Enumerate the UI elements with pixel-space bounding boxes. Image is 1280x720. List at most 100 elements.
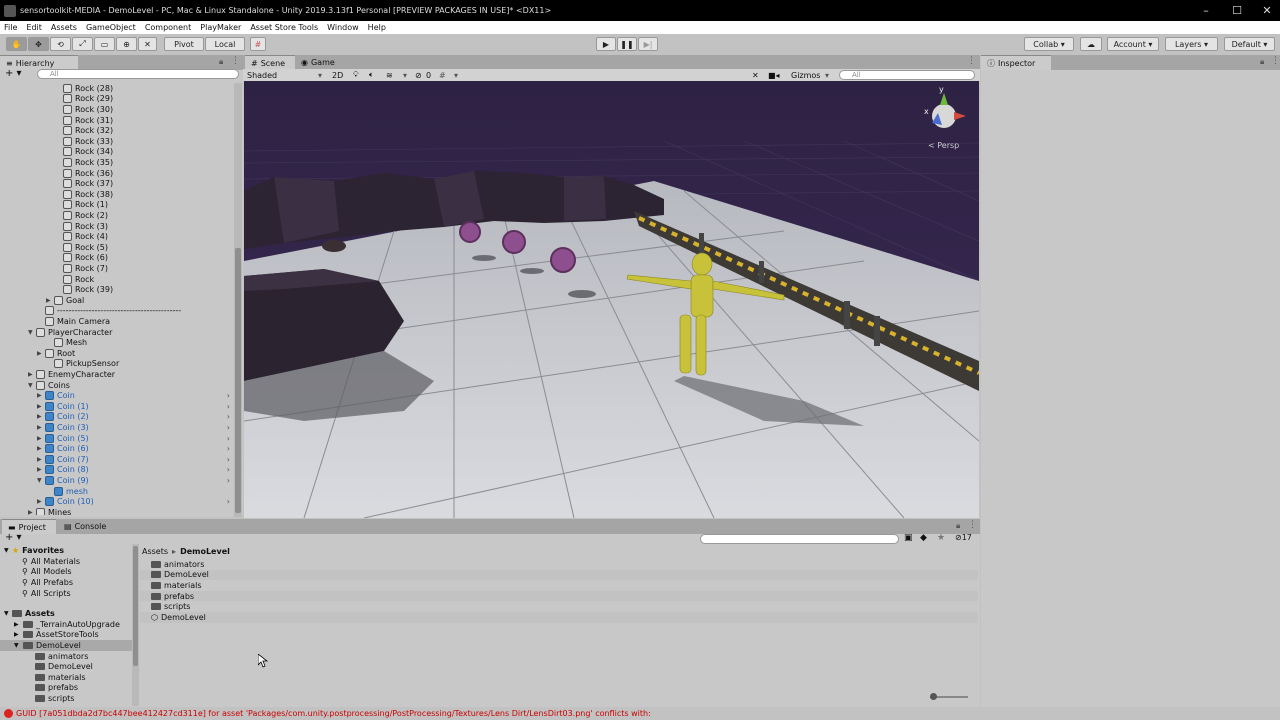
tree-scroll-thumb[interactable] [133, 546, 138, 666]
hierarchy-item[interactable]: Rock (35) [0, 157, 234, 168]
move-tool-icon[interactable]: ✥ [28, 37, 49, 51]
asset-folder-item[interactable]: DemoLevel [0, 661, 132, 672]
expand-arrow-icon[interactable]: ▶ [14, 621, 23, 628]
hierarchy-item[interactable]: ▶ Goal [0, 295, 234, 306]
custom-tool-icon[interactable]: ✕ [138, 37, 157, 51]
hierarchy-item[interactable]: Main Camera [0, 316, 234, 327]
prefab-open-chevron-icon[interactable]: › [227, 444, 230, 453]
project-file-item[interactable]: ⬡ DemoLevel [140, 612, 978, 623]
hierarchy-item[interactable]: ▶ EnemyCharacter [0, 369, 234, 380]
hierarchy-item[interactable]: ▶ Coin (10) › [0, 496, 234, 507]
prefab-open-chevron-icon[interactable]: › [227, 423, 230, 432]
grid-icon[interactable]: # [439, 71, 446, 80]
tab-game[interactable]: ◉ Game [295, 55, 345, 70]
expand-arrow-icon[interactable]: ▶ [37, 350, 45, 357]
grid-chevron-icon[interactable]: ▾ [454, 71, 458, 80]
hierarchy-item[interactable]: Rock (36) [0, 168, 234, 179]
menu-playmaker[interactable]: PlayMaker [200, 23, 241, 32]
prefab-open-chevron-icon[interactable]: › [227, 497, 230, 506]
project-file-item[interactable]: materials [140, 580, 978, 591]
hierarchy-item[interactable]: ▶ Mines [0, 507, 234, 515]
tree-scrollbar[interactable] [132, 544, 139, 706]
search-by-type-icon[interactable]: ▣ [904, 533, 913, 543]
scale-tool-icon[interactable]: ⤢ [72, 37, 93, 51]
expand-arrow-icon[interactable]: ▶ [46, 297, 54, 304]
hidden-packages-icon[interactable]: ⊘17 [955, 533, 972, 542]
prefab-open-chevron-icon[interactable]: › [227, 402, 230, 411]
hierarchy-item[interactable]: ▶ Coin (3) › [0, 422, 234, 433]
hierarchy-item[interactable]: Mesh [0, 337, 234, 348]
hierarchy-item[interactable]: Rock (39) [0, 284, 234, 295]
create-add-icon[interactable]: + ▾ [5, 68, 22, 79]
breadcrumb-assets[interactable]: Assets [142, 547, 168, 556]
project-search-input[interactable] [700, 534, 899, 544]
prefab-open-chevron-icon[interactable]: › [227, 476, 230, 485]
scene-search-input[interactable]: All [839, 70, 975, 80]
menu-help[interactable]: Help [368, 23, 386, 32]
hierarchy-item[interactable]: Rock (31) [0, 115, 234, 126]
hierarchy-item[interactable]: ▶ Coin (2) › [0, 412, 234, 423]
zoom-slider-knob[interactable] [930, 693, 937, 700]
expand-arrow-icon[interactable]: ▼ [14, 642, 23, 649]
menu-assets[interactable]: Assets [51, 23, 77, 32]
gizmos-dropdown[interactable]: Gizmos [791, 71, 820, 80]
menu-component[interactable]: Component [145, 23, 191, 32]
shading-mode-dropdown[interactable]: Shaded [247, 71, 277, 80]
asset-folder-item[interactable]: ▶ _TerrainAutoUpgrade [0, 619, 132, 630]
favorite-item[interactable]: ⚲ All Models [22, 567, 72, 578]
hierarchy-item[interactable]: Rock (37) [0, 178, 234, 189]
rect-tool-icon[interactable]: ▭ [94, 37, 115, 51]
hierarchy-item[interactable]: ----------------------------------------… [0, 306, 234, 317]
hierarchy-item[interactable]: ▶ Coin › [0, 390, 234, 401]
pause-button[interactable]: ❚❚ [617, 37, 637, 51]
hierarchy-item[interactable]: Rock (6) [0, 253, 234, 264]
hierarchy-item[interactable]: ▶ Coin (7) › [0, 454, 234, 465]
prefab-open-chevron-icon[interactable]: › [227, 455, 230, 464]
close-button[interactable]: ✕ [1252, 0, 1280, 21]
hierarchy-item[interactable]: Rock (33) [0, 136, 234, 147]
asset-folder-item[interactable]: prefabs [0, 683, 132, 694]
asset-folder-item[interactable]: scripts [0, 693, 132, 704]
menu-window[interactable]: Window [327, 23, 359, 32]
audio-icon[interactable]: 🔈︎ [369, 70, 374, 80]
hierarchy-item[interactable]: ▼ PlayerCharacter [0, 327, 234, 338]
hierarchy-scroll-thumb[interactable] [235, 248, 241, 513]
mode-2d-toggle[interactable]: 2D [332, 71, 343, 80]
cloud-icon[interactable]: ☁ [1080, 37, 1102, 51]
hierarchy-item[interactable]: ▶ Coin (6) › [0, 443, 234, 454]
layers-dropdown[interactable]: Layers ▾ [1165, 37, 1218, 51]
hand-tool-icon[interactable]: ✋ [6, 37, 27, 51]
hierarchy-scrollbar[interactable] [234, 83, 242, 517]
hierarchy-item[interactable]: Rock (29) [0, 94, 234, 105]
assets-header[interactable]: ▼ Assets [4, 608, 55, 619]
asset-folder-item[interactable]: ▼ DemoLevel [0, 640, 132, 651]
hierarchy-item[interactable]: ▼ Coins [0, 380, 234, 391]
inspector-lock-icon[interactable]: 🔒︎ [1260, 57, 1264, 67]
inspector-menu-icon[interactable]: ⋮ [1271, 56, 1280, 66]
tab-scene[interactable]: # Scene [245, 55, 295, 70]
expand-arrow-icon[interactable]: ▶ [37, 445, 45, 452]
prefab-open-chevron-icon[interactable]: › [227, 465, 230, 474]
hierarchy-item[interactable]: ▼ Coin (9) › [0, 475, 234, 486]
search-by-label-icon[interactable]: ◆ [920, 533, 927, 543]
hierarchy-item[interactable]: Rock (4) [0, 231, 234, 242]
favorite-item[interactable]: ⚲ All Prefabs [22, 577, 73, 588]
menu-gameobject[interactable]: GameObject [86, 23, 136, 32]
favorite-item[interactable]: ⚲ All Materials [22, 556, 80, 567]
scene-menu-icon[interactable]: ⋮ [967, 56, 976, 66]
expand-arrow-icon[interactable]: ▼ [37, 477, 45, 484]
prefab-open-chevron-icon[interactable]: › [227, 391, 230, 400]
project-file-item[interactable]: DemoLevel [140, 569, 978, 581]
favorite-star-icon[interactable]: ★ [937, 533, 945, 543]
menu-file[interactable]: File [4, 23, 17, 32]
effects-icon[interactable]: ≋ [386, 71, 393, 80]
lock-icon[interactable]: 🔒︎ [219, 57, 223, 67]
expand-arrow-icon[interactable]: ▶ [37, 403, 45, 410]
menu-edit[interactable]: Edit [26, 23, 42, 32]
minimize-button[interactable]: – [1191, 0, 1221, 21]
prefab-open-chevron-icon[interactable]: › [227, 434, 230, 443]
scene-viewport[interactable]: y x < Persp [244, 81, 979, 518]
hierarchy-item[interactable]: Rock (1) [0, 200, 234, 211]
hidden-objects-icon[interactable]: ⊘ [415, 71, 422, 80]
asset-folder-item[interactable]: animators [0, 651, 132, 662]
